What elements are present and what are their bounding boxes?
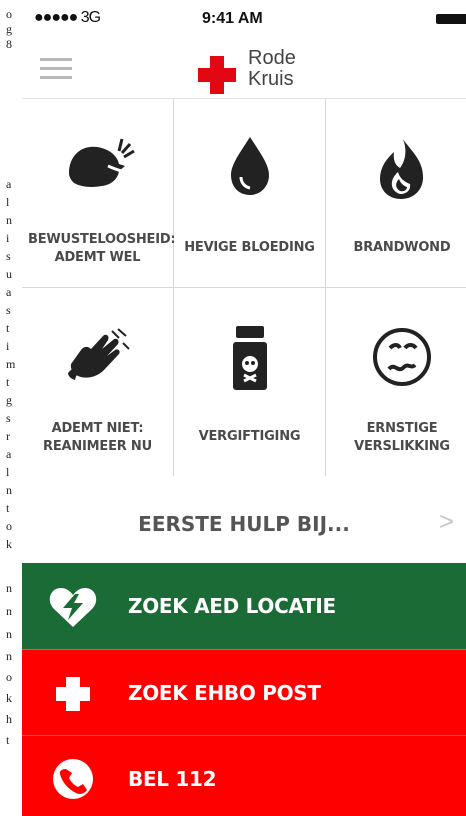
tile-label: BEWUSTELOOSHEID: ADEMT WEL <box>28 232 176 265</box>
edge-char: s <box>6 249 11 263</box>
tile-label: ADEMT NIET: REANIMEER NU <box>43 421 152 454</box>
first-aid-menu-link[interactable]: EERSTE HULP BIJ... > <box>22 476 466 564</box>
tile-poisoning[interactable]: VERGIFTIGING <box>174 288 326 477</box>
app-header: Rode Kruis <box>22 40 466 99</box>
edge-char: l <box>6 465 10 479</box>
edge-char: s <box>6 411 11 425</box>
edge-char: n <box>6 604 12 618</box>
find-aed-location-button[interactable]: ZOEK AED LOCATIE <box>22 563 466 649</box>
edge-char: o <box>6 519 12 533</box>
tile-unconscious-breathing[interactable]: BEWUSTELOOSHEID: ADEMT WEL <box>22 99 176 288</box>
logo-text-line-1: Rode <box>248 47 296 69</box>
edge-char: s <box>6 303 11 317</box>
hamburger-menu-icon[interactable] <box>40 58 72 82</box>
edge-char: t <box>6 321 10 335</box>
call-112-label: BEL 112 <box>128 767 217 791</box>
blood-drop-icon <box>230 137 269 195</box>
find-first-aid-post-label: ZOEK EHBO POST <box>128 681 321 705</box>
aed-heart-lightning-icon <box>49 588 97 627</box>
edge-char: i <box>6 339 10 353</box>
edge-char: n <box>6 649 12 663</box>
status-time: 9:41 AM <box>202 10 263 27</box>
edge-char: g <box>6 393 12 407</box>
edge-char: o <box>6 7 12 21</box>
status-bar: ●●●●● 3G 9:41 AM <box>22 0 466 40</box>
red-cross-app-screen: ●●●●● 3G 9:41 AM Rode Kruis BEWUSTELOOSH… <box>22 0 466 816</box>
tile-burn[interactable]: BRANDWOND <box>326 99 466 288</box>
red-cross-icon <box>198 56 236 94</box>
call-112-button[interactable]: BEL 112 <box>22 735 466 816</box>
edge-char: k <box>6 537 12 551</box>
battery-icon <box>436 14 466 24</box>
logo-wordmark: Rode Kruis <box>248 48 328 90</box>
edge-char: r <box>6 429 10 443</box>
logo-text-line-2: Kruis <box>248 68 294 90</box>
edge-char: l <box>6 195 10 209</box>
edge-char: u <box>6 267 12 281</box>
tile-not-breathing-cpr[interactable]: ADEMT NIET: REANIMEER NU <box>22 288 174 477</box>
edge-char: t <box>6 733 10 747</box>
first-aid-cross-icon <box>56 677 90 711</box>
edge-char: g <box>6 22 12 36</box>
edge-char: t <box>6 375 10 389</box>
edge-char: n <box>6 581 12 595</box>
tile-label: BRANDWOND <box>353 240 451 255</box>
choking-face-icon <box>373 328 431 386</box>
emergency-category-grid: BEWUSTELOOSHEID: ADEMT WEL HEVIGE BLOEDIN… <box>22 98 466 477</box>
edge-char: a <box>6 447 12 461</box>
find-aed-label: ZOEK AED LOCATIE <box>128 594 336 618</box>
signal-and-network-indicator: ●●●●● 3G <box>34 9 101 26</box>
first-aid-link-label: EERSTE HULP BIJ... <box>138 512 350 536</box>
poison-bottle-icon <box>232 326 267 390</box>
tile-label: ERNSTIGE VERSLIKKING <box>354 421 450 454</box>
edge-char: o <box>6 670 12 684</box>
phone-icon <box>53 759 93 799</box>
flame-icon <box>380 139 424 199</box>
rode-kruis-logo: Rode Kruis <box>198 48 318 94</box>
tile-label: HEVIGE BLOEDING <box>184 240 315 255</box>
find-first-aid-post-button[interactable]: ZOEK EHBO POST <box>22 649 466 735</box>
edge-char: a <box>6 285 12 299</box>
edge-char: i <box>6 231 10 245</box>
tile-label: VERGIFTIGING <box>198 429 301 444</box>
edge-char: k <box>6 691 12 705</box>
edge-char: n <box>6 213 12 227</box>
cpr-hands-icon <box>67 328 130 380</box>
edge-char: m <box>6 357 16 371</box>
tile-severe-choking[interactable]: ERNSTIGE VERSLIKKING <box>326 288 466 477</box>
chevron-right-icon: > <box>438 506 454 536</box>
edge-char: n <box>6 483 12 497</box>
edge-char: t <box>6 501 10 515</box>
edge-char: n <box>6 627 12 641</box>
edge-char: a <box>6 177 12 191</box>
tile-heavy-bleeding[interactable]: HEVIGE BLOEDING <box>174 99 326 288</box>
edge-char: 8 <box>6 37 12 51</box>
unconscious-person-breathing-icon <box>68 138 135 187</box>
edge-char: h <box>6 712 12 726</box>
